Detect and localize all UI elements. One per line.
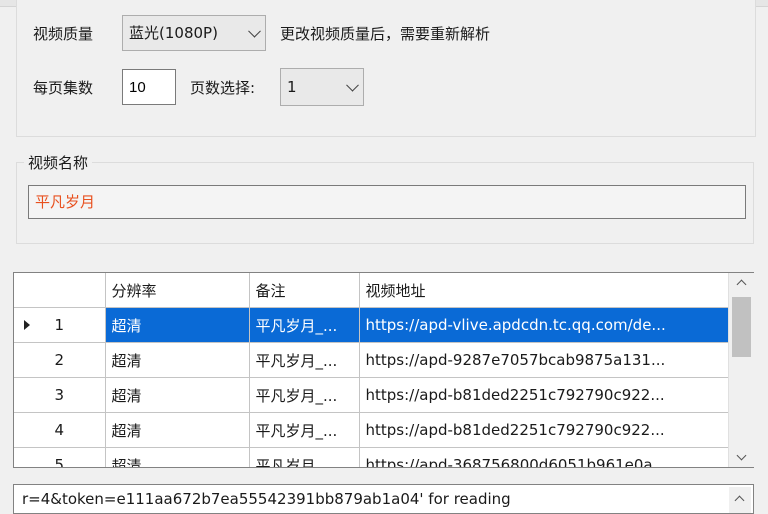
row-number: 4	[54, 421, 65, 439]
cell-note[interactable]: 平凡岁月_...	[249, 377, 360, 413]
quality-label: 视频质量	[33, 25, 94, 43]
cell-resolution[interactable]: 超清	[105, 412, 250, 448]
column-header-note[interactable]: 备注	[249, 273, 360, 308]
grid-header-row: 分辨率 备注 视频地址	[14, 273, 730, 308]
table-row[interactable]: 3 超清 平凡岁月_... https://apd-b81ded2251c792…	[14, 377, 730, 413]
page-select[interactable]: 1	[280, 68, 364, 106]
row-header[interactable]: 1	[14, 307, 106, 343]
scroll-down-icon[interactable]	[729, 447, 754, 467]
cell-note[interactable]: 平凡岁月_...	[249, 412, 360, 448]
table-row[interactable]: 1 超清 平凡岁月_... https://apd-vlive.apdcdn.t…	[14, 307, 730, 343]
cell-url[interactable]: https://apd-vlive.apdcdn.tc.qq.com/de...	[359, 307, 730, 343]
quality-hint: 更改视频质量后，需要重新解析	[280, 25, 491, 43]
current-row-icon	[24, 320, 30, 330]
cell-resolution[interactable]: 超清	[105, 342, 250, 378]
video-name-caption: 视频名称	[24, 152, 93, 173]
grid-vertical-scrollbar[interactable]	[728, 273, 754, 467]
per-page-input[interactable]	[122, 69, 176, 105]
row-header[interactable]: 2	[14, 342, 106, 378]
row-header[interactable]: 5	[14, 447, 106, 468]
video-grid: 分辨率 备注 视频地址 1 超清 平凡岁月_... https://apd-vl…	[13, 272, 754, 468]
scroll-up-icon[interactable]	[729, 487, 751, 513]
chevron-down-icon	[346, 78, 359, 92]
row-number: 5	[54, 456, 65, 468]
cell-note[interactable]: 平凡岁月_...	[249, 307, 360, 343]
quality-select[interactable]: 蓝光(1080P)	[122, 15, 266, 51]
row-number: 2	[54, 351, 65, 369]
cell-url[interactable]: https://apd-9287e7057bcab9875a131...	[359, 342, 730, 378]
table-row[interactable]: 2 超清 平凡岁月_... https://apd-9287e7057bcab9…	[14, 342, 730, 378]
cell-resolution[interactable]: 超清	[105, 377, 250, 413]
cell-resolution[interactable]: 超清	[105, 307, 250, 343]
cell-url[interactable]: https://apd-368756800d6051b961e0a...	[359, 447, 730, 467]
column-header-url[interactable]: 视频地址	[359, 273, 730, 308]
cell-resolution[interactable]: 超清	[105, 447, 250, 467]
cell-note[interactable]: 平凡岁月_...	[249, 447, 360, 467]
cell-note[interactable]: 平凡岁月_...	[249, 342, 360, 378]
table-row[interactable]: 5 超清 平凡岁月_... https://apd-368756800d6051…	[14, 447, 730, 468]
quality-select-value: 蓝光(1080P)	[129, 24, 218, 42]
cell-url[interactable]: https://apd-b81ded2251c792790c922...	[359, 377, 730, 413]
grid-corner-header	[14, 273, 106, 308]
row-number: 3	[54, 386, 65, 404]
row-number: 1	[54, 316, 65, 334]
table-row[interactable]: 4 超清 平凡岁月_... https://apd-b81ded2251c792…	[14, 412, 730, 448]
page-select-label: 页数选择:	[190, 79, 256, 97]
chevron-down-icon	[248, 24, 261, 38]
log-text: r=4&token=e111aa672b7ea55542391bb879ab1a…	[22, 490, 511, 508]
video-name-field[interactable]: 平凡岁月	[28, 185, 746, 219]
per-page-label: 每页集数	[33, 79, 94, 97]
page-select-value: 1	[287, 78, 297, 96]
scroll-up-icon[interactable]	[729, 273, 754, 293]
cell-url[interactable]: https://apd-b81ded2251c792790c922...	[359, 412, 730, 448]
row-header[interactable]: 4	[14, 412, 106, 448]
scroll-thumb[interactable]	[732, 297, 751, 357]
row-header[interactable]: 3	[14, 377, 106, 413]
column-header-resolution[interactable]: 分辨率	[105, 273, 250, 308]
